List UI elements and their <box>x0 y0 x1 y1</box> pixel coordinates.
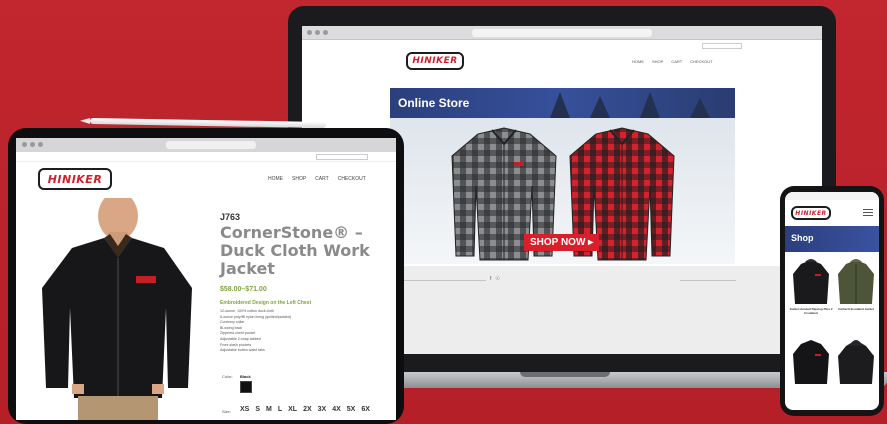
feature-item: Adjustable button waist tabs <box>220 348 265 353</box>
tablet-nav: HOME SHOP CART CHECKOUT <box>268 176 366 182</box>
color-label: Color: <box>222 374 233 379</box>
nav-checkout[interactable]: CHECKOUT <box>338 176 366 182</box>
tablet-search-input[interactable] <box>316 154 368 160</box>
product-caption: Carhartt Insulated Jacket <box>838 307 874 311</box>
tablet-address-bar[interactable] <box>166 141 256 149</box>
chevron-right-icon: ▸ <box>588 237 594 248</box>
instagram-icon[interactable]: ☉ <box>495 276 499 282</box>
size-option[interactable]: 2X <box>303 406 312 413</box>
product-price: $58.00–$71.00 <box>220 286 267 293</box>
window-minimize-icon[interactable] <box>315 30 320 35</box>
nav-cart[interactable]: CART <box>671 59 682 64</box>
product-card[interactable]: Carhartt Insulated Jacket <box>834 256 875 332</box>
laptop-browser-bar <box>302 26 822 40</box>
size-option[interactable]: 4X <box>332 406 341 413</box>
window-zoom-icon[interactable] <box>38 142 43 147</box>
laptop-nav: HOME SHOP CART CHECKOUT <box>632 59 713 64</box>
tablet-logo[interactable]: HINIKER <box>38 168 112 190</box>
laptop-search-input[interactable] <box>702 43 742 49</box>
phone-banner-title: Shop <box>791 233 814 243</box>
product-photo-jacket <box>42 198 192 420</box>
hamburger-menu-icon[interactable] <box>863 209 873 216</box>
laptop-notch <box>520 372 610 377</box>
size-option[interactable]: L <box>278 406 282 413</box>
size-options: XS S M L XL 2X 3X 4X 5X 6X <box>240 406 370 413</box>
black-hooded-jacket-thumbnail <box>838 340 874 384</box>
nav-cart[interactable]: CART <box>315 176 329 182</box>
window-close-icon[interactable] <box>307 30 312 35</box>
laptop-address-bar[interactable] <box>472 29 652 37</box>
size-label: Size: <box>222 409 231 414</box>
size-option[interactable]: 3X <box>318 406 327 413</box>
size-option[interactable]: 5X <box>347 406 356 413</box>
product-caption: Jacket Hooded Ripstop Plus 2 Insulated <box>789 307 833 315</box>
product-card[interactable]: Jacket Hooded Ripstop Plus 2 Insulated <box>789 256 833 332</box>
size-option[interactable]: XS <box>240 406 249 413</box>
product-card[interactable] <box>834 336 875 410</box>
phone-device: HINIKER Shop Jacket Hooded Ripstop Plus … <box>780 186 884 416</box>
product-title: CornerStone® – Duck Cloth Work Jacket <box>220 223 370 278</box>
product-code: J763 <box>220 212 241 222</box>
nav-shop[interactable]: SHOP <box>292 176 306 182</box>
size-option[interactable]: XL <box>288 406 297 413</box>
phone-product-grid: Jacket Hooded Ripstop Plus 2 Insulated C… <box>785 252 879 410</box>
embroidery-note: Embroidered Design on the Left Chest <box>220 300 312 306</box>
tablet-browser-bar <box>16 138 396 152</box>
phone-screen: HINIKER Shop Jacket Hooded Ripstop Plus … <box>785 192 879 410</box>
black-work-jacket-thumbnail <box>793 340 829 384</box>
facebook-icon[interactable]: f <box>490 276 491 282</box>
tablet-device: HINIKER HOME SHOP CART CHECKOUT J763 Cor… <box>8 128 404 424</box>
phone-logo[interactable]: HINIKER <box>791 206 831 220</box>
olive-jacket-thumbnail <box>838 259 874 304</box>
product-card[interactable] <box>789 336 830 410</box>
window-close-icon[interactable] <box>22 142 27 147</box>
color-value: Black <box>240 374 251 379</box>
hero-banner: Online Store SHOP NOW ▸ <box>390 88 735 264</box>
nav-home[interactable]: HOME <box>268 176 283 182</box>
shop-now-button[interactable]: SHOP NOW ▸ <box>524 234 600 251</box>
hero-title: Online Store <box>398 96 470 110</box>
phone-shop-banner: Shop <box>785 226 879 252</box>
product-features: 12-ounce, 100% cotton duck cloth 6-ounce… <box>220 309 291 354</box>
phone-status-bar <box>785 192 879 200</box>
color-swatch-black[interactable] <box>240 381 252 393</box>
nav-home[interactable]: HOME <box>632 59 644 64</box>
laptop-logo[interactable]: HINIKER <box>406 52 464 70</box>
black-jacket-thumbnail <box>793 259 829 304</box>
nav-checkout[interactable]: CHECKOUT <box>690 59 712 64</box>
nav-shop[interactable]: SHOP <box>652 59 663 64</box>
laptop-topbar <box>302 40 822 54</box>
tablet-screen: HINIKER HOME SHOP CART CHECKOUT J763 Cor… <box>16 138 396 420</box>
size-option[interactable]: M <box>266 406 272 413</box>
size-option[interactable]: 6X <box>361 406 370 413</box>
window-zoom-icon[interactable] <box>323 30 328 35</box>
window-minimize-icon[interactable] <box>30 142 35 147</box>
size-option[interactable]: S <box>255 406 260 413</box>
tablet-topbar <box>16 152 396 162</box>
